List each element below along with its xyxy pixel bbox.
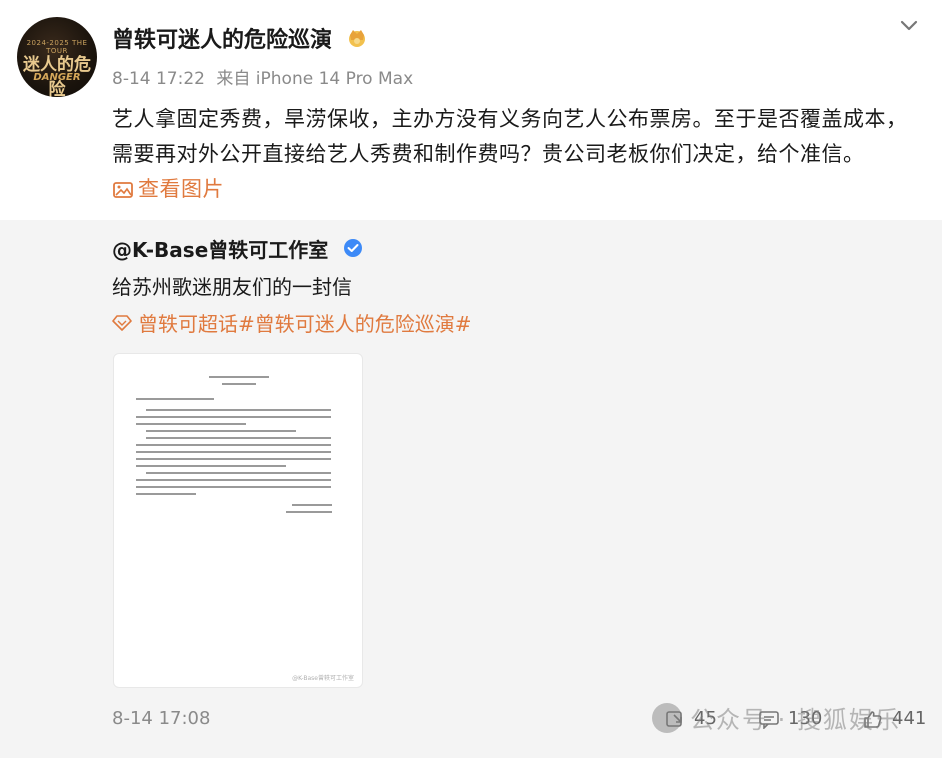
avatar[interactable]: 2024-2025 THE TOUR 迷人的危险 DANGER [17,17,97,97]
doc-title-line [209,376,269,378]
diamond-icon [112,314,132,331]
post-meta: 8-14 17:22 来自 iPhone 14 Pro Max [112,64,413,89]
avatar-danger-text: DANGER [33,72,81,83]
topic-label: 曾轶可超话#曾轶可迷人的危险巡演# [138,312,472,336]
doc-text-line [136,423,246,425]
doc-text-line [136,458,331,460]
view-image-link[interactable]: 查看图片 [112,172,224,207]
doc-text-line [136,479,331,481]
doc-text-line [146,409,331,411]
username[interactable]: 曾轶可迷人的危险巡演 [112,22,332,54]
doc-signature-line [292,504,332,506]
sohu-watermark: 公众号 · 搜狐娱乐 [652,700,901,735]
doc-text-line [146,430,296,432]
watermark-text: 公众号 · 搜狐娱乐 [690,706,901,734]
doc-watermark: @K-Base曾轶可工作室 [292,675,354,682]
post-time: 8-14 17:22 [112,69,205,89]
doc-text-line [146,437,331,439]
doc-text-line [136,465,286,467]
post-source: 来自 iPhone 14 Pro Max [216,69,414,89]
document-image[interactable]: @K-Base曾轶可工作室 [113,353,363,688]
doc-text-line [136,451,331,453]
doc-text-line [136,416,331,418]
post-body: 艺人拿固定秀费，旱涝保收，主办方没有义务向艺人公布票房。至于是否覆盖成本，需要再… [112,102,922,211]
verified-badge-icon [344,239,362,257]
repost-text: 给苏州歌迷朋友们的一封信 [112,275,352,299]
topic-link[interactable]: 曾轶可超话#曾轶可迷人的危险巡演# [112,308,472,337]
doc-subtitle-line [222,383,256,385]
post-text: 艺人拿固定秀费，旱涝保收，主办方没有义务向艺人公布票房。至于是否覆盖成本，需要再… [112,107,908,166]
repost-time: 8-14 17:08 [112,708,211,729]
repost-author[interactable]: @K-Base曾轶可工作室 [112,234,328,263]
view-image-label: 查看图片 [138,177,224,201]
doc-text-line [136,486,331,488]
sohu-logo-icon [652,702,682,733]
chevron-down-icon[interactable] [898,14,920,36]
image-icon [113,181,133,198]
doc-greeting-line [136,398,214,400]
doc-text-line [136,493,196,495]
crown-badge-icon [349,30,365,47]
doc-date-line [286,511,332,513]
doc-text-line [136,444,331,446]
doc-text-line [146,472,331,474]
